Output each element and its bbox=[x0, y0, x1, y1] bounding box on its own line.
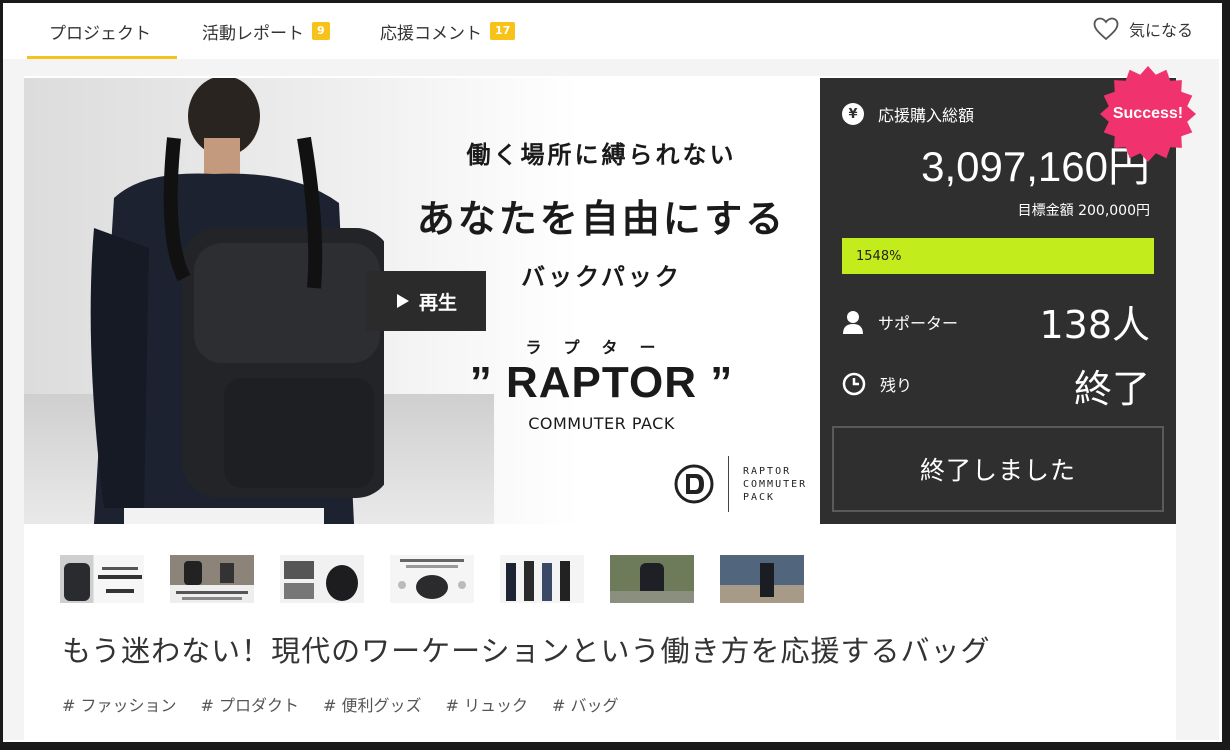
brand-mark: RAPTOR COMMUTER PACK bbox=[674, 456, 807, 512]
clock-icon bbox=[842, 372, 866, 396]
thumbnail-image bbox=[398, 559, 466, 599]
brand-text-line: COMMUTER bbox=[743, 478, 808, 490]
favorite-label: 気になる bbox=[1128, 21, 1193, 40]
tab-comments[interactable]: 応援コメント 17 bbox=[380, 3, 516, 59]
play-label: 再生 bbox=[418, 291, 457, 314]
supporters-row: サポーター bbox=[842, 310, 958, 334]
tag-backpack[interactable]: # リュック bbox=[446, 692, 529, 716]
tag-list: # ファッション # プロダクト # 便利グッズ # リュック # バッグ bbox=[62, 692, 619, 716]
thumbnail-image bbox=[720, 555, 804, 603]
favorite-button[interactable]: 気になる bbox=[1093, 3, 1193, 55]
heart-icon bbox=[1093, 17, 1119, 41]
brand-text-line: PACK bbox=[743, 491, 776, 503]
comment-count-badge: 17 bbox=[490, 22, 516, 40]
brand-separator bbox=[728, 456, 729, 512]
remaining-label: 残り bbox=[880, 376, 913, 395]
thumbnail[interactable] bbox=[720, 555, 804, 603]
tag-product[interactable]: # プロダクト bbox=[201, 692, 300, 716]
thumbnail[interactable] bbox=[610, 555, 694, 603]
play-icon bbox=[396, 294, 409, 308]
thumbnail-image bbox=[64, 563, 142, 601]
top-nav: プロジェクト 活動レポート 9 応援コメント 17 気になる bbox=[3, 3, 1219, 59]
progress-bar: 1548% bbox=[842, 238, 1154, 274]
total-label-row: ¥ 応援購入総額 bbox=[842, 102, 974, 126]
supporters-label: サポーター bbox=[878, 314, 959, 333]
yen-icon: ¥ bbox=[842, 103, 864, 125]
thumbnail[interactable] bbox=[280, 555, 364, 603]
brand-text: RAPTOR COMMUTER PACK bbox=[743, 465, 807, 504]
remaining-row: 残り bbox=[842, 372, 912, 396]
backpack-model-image bbox=[90, 78, 384, 524]
tab-activity-report[interactable]: 活動レポート 9 bbox=[202, 3, 330, 59]
tab-project-label: プロジェクト bbox=[49, 23, 151, 44]
goal-amount: 目標金額 200,000円 bbox=[1017, 203, 1150, 219]
thumbnail[interactable] bbox=[390, 555, 474, 603]
tab-activity-report-label: 活動レポート bbox=[202, 23, 304, 44]
progress-fill: 1548% bbox=[842, 238, 1154, 274]
hero-line-1: 働く場所に縛られない bbox=[466, 141, 737, 169]
tab-project[interactable]: プロジェクト bbox=[49, 3, 151, 59]
tab-comments-label: 応援コメント bbox=[380, 23, 482, 44]
hero-product-ruby: ラプター bbox=[525, 338, 678, 357]
hero-line-2: あなたを自由にする bbox=[416, 197, 787, 241]
progress-percent: 1548% bbox=[856, 248, 902, 264]
hero-product-name: ” RAPTOR ” bbox=[469, 358, 734, 407]
play-video-button[interactable]: 再生 bbox=[366, 271, 486, 331]
thumbnail-image bbox=[170, 555, 254, 600]
activity-count-badge: 9 bbox=[312, 22, 330, 40]
success-badge-label: Success! bbox=[1112, 105, 1184, 122]
thumbnail-image bbox=[284, 561, 358, 601]
brand-text-line: RAPTOR bbox=[743, 465, 792, 477]
remaining-value: 終了 bbox=[1073, 367, 1150, 411]
brand-logo-icon bbox=[674, 464, 714, 504]
ended-button[interactable]: 終了しました bbox=[832, 426, 1164, 512]
thumbnail-image bbox=[610, 555, 694, 603]
thumbnail[interactable] bbox=[60, 555, 144, 603]
hero-image[interactable]: 働く場所に縛られない あなたを自由にする バックパック ラプター ” RAPTO… bbox=[24, 78, 819, 524]
person-icon bbox=[843, 311, 863, 334]
supporters-count: 138人 bbox=[1039, 303, 1150, 347]
hero-product-sub: COMMUTER PACK bbox=[528, 414, 675, 433]
total-label: 応援購入総額 bbox=[878, 106, 975, 125]
thumbnail[interactable] bbox=[170, 555, 254, 603]
tag-bag[interactable]: # バッグ bbox=[552, 692, 619, 716]
project-title: もう迷わない！現代のワーケーションという働き方を応援するバッグ bbox=[62, 634, 991, 668]
thumbnail[interactable] bbox=[500, 555, 584, 603]
tag-fashion[interactable]: # ファッション bbox=[62, 692, 177, 716]
success-badge: Success! bbox=[1098, 64, 1198, 164]
tag-gadget[interactable]: # 便利グッズ bbox=[323, 692, 422, 716]
thumbnail-image bbox=[506, 561, 570, 601]
